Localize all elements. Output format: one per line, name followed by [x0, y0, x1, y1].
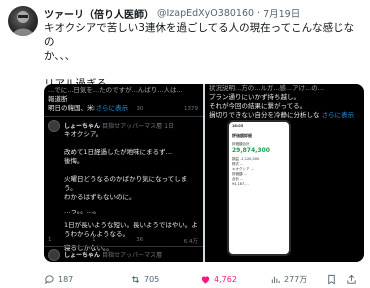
like-count: 4,762	[214, 274, 237, 284]
share-icon	[347, 274, 356, 284]
retweet-icon	[131, 275, 140, 283]
reply-author-badge: 目指せアッパーマス層	[102, 252, 163, 259]
tweet-text-line: か、、、	[44, 50, 76, 62]
tweet-header: ツァーリ（倍り人医師） @IzapEdXyO380160 · 7月19日	[44, 6, 300, 21]
analytics-icon	[271, 276, 280, 283]
heart-icon	[201, 275, 210, 284]
stat-value: 1379	[183, 106, 198, 112]
divider	[44, 246, 203, 247]
reply-author-name: しょーちゃん	[64, 252, 101, 259]
show-more-link: さらに表示	[321, 111, 355, 119]
screenshot-line: ...でに...日気を...たのですが...んばり...人は...	[48, 86, 183, 94]
retweet-button[interactable]: 705	[130, 274, 159, 285]
reply-line: わかるはずもないのに。	[64, 193, 136, 201]
stat-value: 36	[136, 237, 144, 243]
media-image-left[interactable]: ...でに...日気を...たのですが...んばり...人は... 報道断 明日…	[44, 84, 203, 262]
tweet: ツァーリ（倍り人医師） @IzapEdXyO380160 · 7月19日 キオク…	[0, 0, 370, 288]
reply-avatar	[48, 249, 60, 261]
reply-text: キオクシア。 改めて1日経過したが地味にまるず… 後悔。 火曜日どうなるのかばか…	[64, 130, 198, 253]
screenshot-reply: しょーちゃん 目指せアッパーマス層	[48, 249, 198, 261]
screenshot-reply: しょーちゃん 目指せアッパーマス層 1日 キオクシア。 改めて1日経過したが地味…	[48, 120, 198, 252]
reply-count: 187	[58, 274, 74, 284]
tweet-text: キオクシアで苦しい3連休を過ごしてる人の現在ってこんな感じなの か、、、 リアル…	[44, 21, 362, 91]
reply-stats: 1 1 36 6.4万	[48, 237, 198, 245]
divider	[44, 116, 203, 117]
author-handle[interactable]: @IzapEdXyO380160	[157, 8, 254, 19]
phone-row: 94,187,...	[232, 182, 249, 186]
media-grid: ...でに...日気を...たのですが...んばり...人は... 報道断 明日…	[44, 84, 364, 262]
author-avatar[interactable]	[8, 6, 38, 36]
views-button[interactable]: 277万	[270, 274, 307, 285]
screenshot-stats: 8 1 30 1379	[48, 106, 198, 112]
reply-line: 後悔。	[64, 157, 84, 165]
share-button[interactable]	[346, 274, 360, 285]
stat-value: 30	[136, 106, 144, 112]
reply-line: …っ。。…。	[64, 207, 100, 215]
stat-value: 8	[48, 106, 52, 112]
stat-value: 1	[92, 106, 96, 112]
author-name[interactable]: ツァーリ（倍り人医師）	[44, 6, 154, 21]
screenshot-line: 状況説明...方の...ルガ...感...アけ...の...	[209, 84, 324, 92]
like-button[interactable]: 4,762	[200, 274, 237, 285]
media-image-right[interactable]: 状況説明...方の...ルガ...感...アけ...の... プラン通りにいかず…	[205, 84, 364, 262]
reply-author-name: しょーちゃん	[64, 123, 101, 130]
reply-avatar	[48, 120, 60, 132]
screenshot-line: 報道断	[48, 95, 68, 103]
reply-time: 1日	[164, 123, 175, 130]
reply-author: しょーちゃん 目指せアッパーマス層	[64, 250, 162, 259]
reply-icon	[45, 274, 54, 284]
stat-value: 1	[92, 237, 96, 243]
screenshot-line: それが今回の結果に繋がってる。	[209, 102, 307, 110]
reply-line: 改めて1日経過したが地味にまるず…	[64, 148, 173, 156]
stat-value: 1	[48, 237, 52, 243]
tweet-text-line: キオクシアで苦しい3連休を過ごしてる人の現在ってこんな感じなの	[44, 22, 355, 48]
screenshot-line: 損切りできない自分を冷静に分析しな	[209, 111, 320, 119]
phone-total-value: 29,874,300	[232, 147, 270, 154]
bookmark-icon	[328, 274, 335, 284]
reply-button[interactable]: 187	[44, 274, 73, 285]
reply-line: 火曜日どうなるのかばかり気になってしまう。	[64, 175, 188, 192]
bookmark-button[interactable]	[326, 274, 340, 285]
reply-author-badge: 目指せアッパーマス層	[102, 123, 163, 130]
tweet-actions: 187 705 4,762 277万	[44, 272, 364, 286]
phone-screenshot: 18:05 評価額詳細 評価額合計 29,874,300 損益 -1,120,0…	[227, 120, 291, 256]
retweet-count: 705	[144, 274, 160, 284]
view-count: 277万	[284, 274, 308, 284]
screenshot-line: プラン通りにいかず持ち越し。	[209, 93, 300, 101]
avatar-image	[12, 11, 34, 36]
post-date[interactable]: 7月19日	[263, 6, 300, 20]
reply-author: しょーちゃん 目指せアッパーマス層 1日	[64, 121, 174, 130]
stat-value: 6.4万	[183, 239, 198, 245]
separator: ·	[257, 7, 261, 19]
screenshot-post-text: 状況説明...方の...ルガ...感...アけ...の... プラン通りにいかず…	[209, 84, 359, 120]
reply-line: キオクシア。	[64, 130, 103, 138]
